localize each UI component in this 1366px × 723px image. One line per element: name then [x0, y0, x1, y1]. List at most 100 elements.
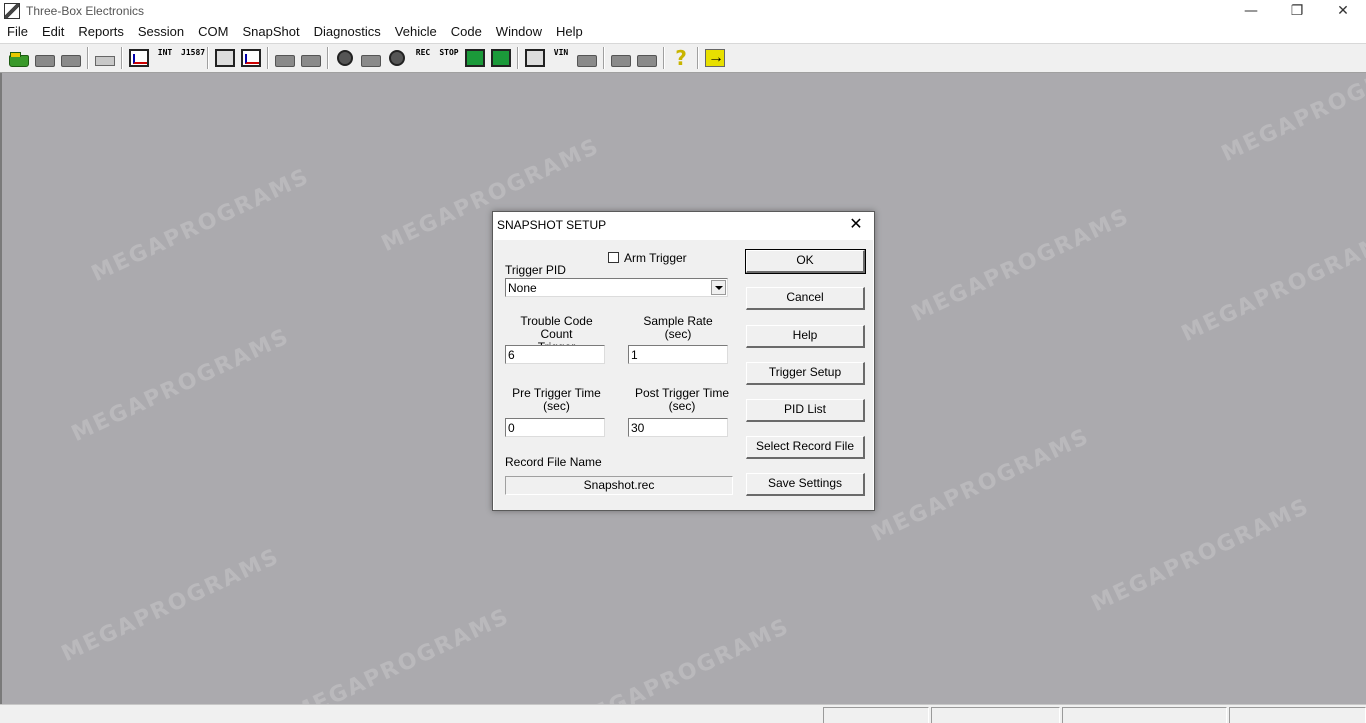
trouble-code-count-input[interactable]: [505, 345, 605, 364]
cascade-button[interactable]: [608, 46, 634, 70]
j1587-button[interactable]: J1587: [178, 46, 206, 70]
globe-button[interactable]: [384, 46, 410, 70]
menu-session[interactable]: Session: [131, 22, 191, 42]
fuel-button[interactable]: [358, 46, 384, 70]
reset-button[interactable]: [574, 46, 600, 70]
table-button[interactable]: [522, 46, 548, 70]
sample-rate-input[interactable]: [628, 345, 728, 364]
open-button[interactable]: [6, 46, 32, 70]
disconnect-icon: [301, 54, 321, 67]
restore-button[interactable]: ❐: [1274, 0, 1320, 22]
watermark: MEGAPROGRAMS: [1087, 493, 1314, 618]
toolbar-separator: [87, 47, 89, 69]
trigger-setup-button[interactable]: Trigger Setup: [746, 362, 865, 385]
status-bar: [0, 704, 1366, 723]
int-button[interactable]: INT: [152, 46, 178, 70]
camera-icon: [337, 50, 353, 66]
sample-rate-label-line2: (sec): [664, 327, 692, 341]
status-pane: [823, 707, 929, 723]
menu-window[interactable]: Window: [489, 22, 549, 42]
pre-trigger-time-input[interactable]: [505, 418, 605, 437]
status-pane: [1229, 707, 1366, 723]
pid-icon: [215, 49, 235, 67]
dialog-close-button[interactable]: ✕: [846, 214, 866, 234]
connector-icon: [275, 54, 295, 67]
graph-icon: [129, 49, 149, 67]
toolbar-separator: [207, 47, 209, 69]
j1587-icon: J1587: [181, 48, 206, 57]
trigger-pid-label: Trigger PID: [505, 263, 566, 277]
menu-edit[interactable]: Edit: [35, 22, 71, 42]
truck-icon: [465, 49, 485, 67]
save-as-button[interactable]: [58, 46, 84, 70]
trigger-pid-value: None: [508, 281, 537, 295]
status-pane: [931, 707, 1060, 723]
trouble-code-count-label-line1: Trouble Code Count: [520, 314, 593, 341]
help-icon: ?: [675, 46, 687, 70]
toolbar-separator: [121, 47, 123, 69]
chevron-down-icon[interactable]: [711, 280, 726, 295]
exit-icon: [705, 49, 725, 67]
menu-com[interactable]: COM: [191, 22, 235, 42]
help-button[interactable]: ?: [668, 46, 694, 70]
toolbar-separator: [663, 47, 665, 69]
arm-trigger-checkbox[interactable]: [608, 252, 619, 263]
save-settings-button[interactable]: Save Settings: [746, 473, 865, 496]
exit-button[interactable]: [702, 46, 728, 70]
record-file-name-label: Record File Name: [505, 455, 602, 469]
window-title: Three-Box Electronics: [26, 4, 145, 18]
truck-data-icon: [491, 49, 511, 67]
toolbar-separator: [603, 47, 605, 69]
stop-button[interactable]: STOP: [436, 46, 462, 70]
disconnect-button[interactable]: [298, 46, 324, 70]
record-button[interactable]: REC: [410, 46, 436, 70]
pid-list-button[interactable]: PID List: [746, 399, 865, 422]
toolbar-separator: [517, 47, 519, 69]
snapshot-setup-dialog: SNAPSHOT SETUP ✕ Arm Trigger Trigger PID…: [492, 211, 875, 511]
menu-diagnostics[interactable]: Diagnostics: [307, 22, 388, 42]
gauge-icon: [241, 49, 261, 67]
menu-bar: File Edit Reports Session COM SnapShot D…: [0, 22, 1366, 42]
menu-snapshot[interactable]: SnapShot: [235, 22, 306, 42]
cascade-icon: [611, 54, 631, 67]
fuel-icon: [361, 54, 381, 67]
menu-code[interactable]: Code: [444, 22, 489, 42]
post-trigger-time-label: Post Trigger Time (sec): [628, 387, 736, 413]
vin-button[interactable]: VIN: [548, 46, 574, 70]
watermark: MEGAPROGRAMS: [67, 323, 294, 448]
sample-rate-label: Sample Rate (sec): [628, 315, 728, 341]
dialog-title: SNAPSHOT SETUP: [497, 218, 607, 232]
print-button[interactable]: [92, 46, 118, 70]
save-icon: [35, 54, 55, 67]
pid-button[interactable]: [212, 46, 238, 70]
truck-data-button[interactable]: [488, 46, 514, 70]
globe-icon: [389, 50, 405, 66]
record-icon: REC: [415, 48, 431, 57]
watermark: MEGAPROGRAMS: [867, 423, 1094, 548]
help-dialog-button[interactable]: Help: [746, 325, 865, 348]
connect-button[interactable]: [272, 46, 298, 70]
window-controls: — ❐ ✕: [1228, 0, 1366, 22]
menu-reports[interactable]: Reports: [71, 22, 131, 42]
close-button[interactable]: ✕: [1320, 0, 1366, 22]
menu-file[interactable]: File: [0, 22, 35, 42]
select-record-file-button[interactable]: Select Record File: [746, 436, 865, 459]
trigger-pid-select[interactable]: None: [505, 278, 728, 297]
menu-help[interactable]: Help: [549, 22, 590, 42]
cancel-button[interactable]: Cancel: [746, 287, 865, 310]
truck-button[interactable]: [462, 46, 488, 70]
ok-button[interactable]: OK: [745, 249, 866, 274]
menu-vehicle[interactable]: Vehicle: [388, 22, 444, 42]
save-button[interactable]: [32, 46, 58, 70]
camera-button[interactable]: [332, 46, 358, 70]
graph-button[interactable]: [126, 46, 152, 70]
gauge-button[interactable]: [238, 46, 264, 70]
title-bar: Three-Box Electronics — ❐ ✕: [0, 0, 1366, 22]
save-as-icon: [61, 54, 81, 67]
minimize-button[interactable]: —: [1228, 0, 1274, 22]
post-trigger-time-input[interactable]: [628, 418, 728, 437]
watermark: MEGAPROGRAMS: [57, 543, 284, 668]
record-file-name-value: Snapshot.rec: [505, 476, 733, 495]
app-icon[interactable]: [4, 3, 20, 19]
tile-button[interactable]: [634, 46, 660, 70]
